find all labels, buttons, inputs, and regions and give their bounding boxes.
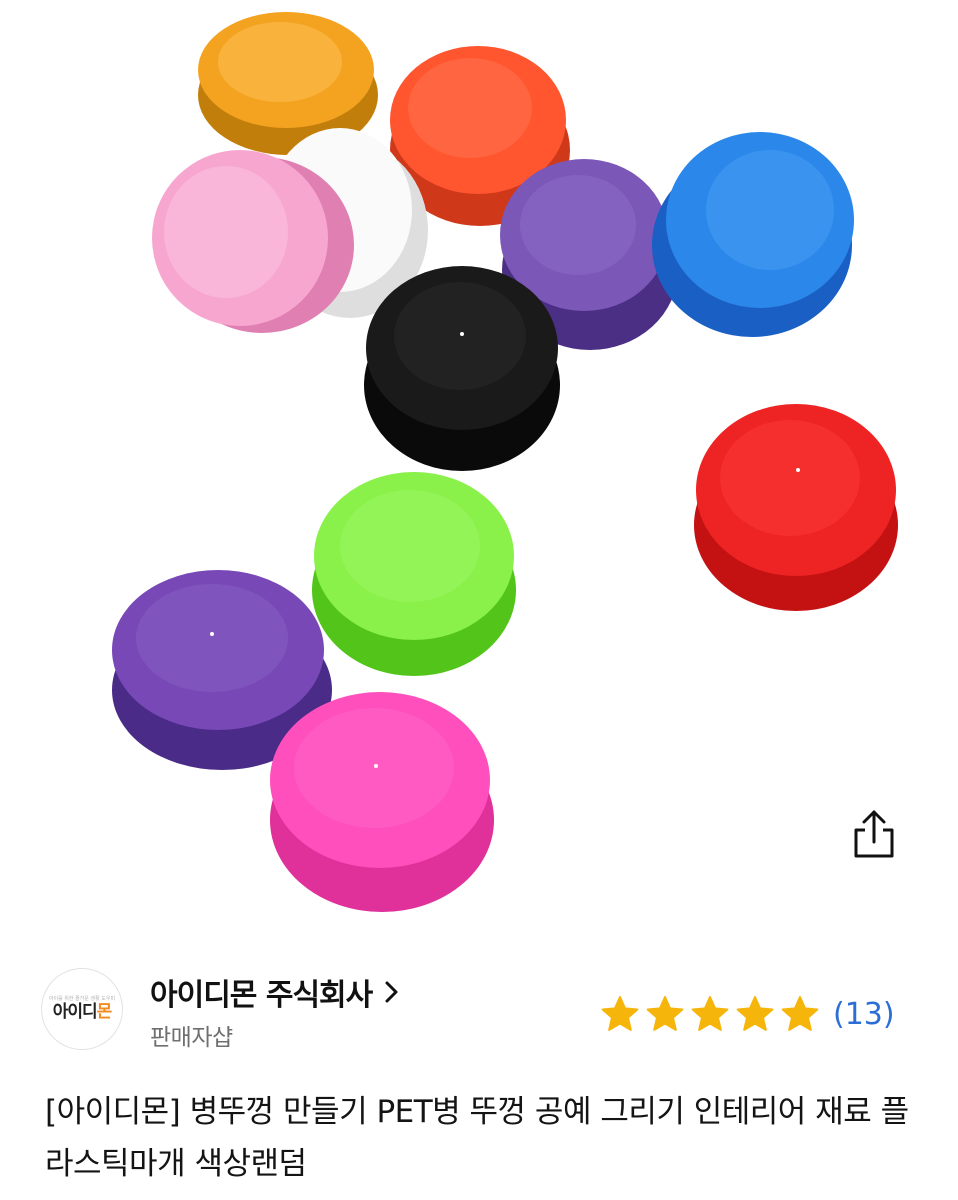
cap-black — [364, 266, 560, 471]
star-icon — [646, 996, 684, 1031]
cap-magenta — [270, 692, 494, 912]
rating[interactable]: (13) — [600, 994, 895, 1034]
share-button[interactable] — [846, 806, 902, 862]
star-icon — [736, 996, 774, 1031]
seller-row: 아이를 위한 즐거운 생활 도우미 아이디몬 아이디몬 주식회사 판매자샵 (1… — [0, 958, 958, 1058]
seller-logo[interactable]: 아이를 위한 즐거운 생활 도우미 아이디몬 — [41, 968, 123, 1050]
star-icon — [781, 996, 819, 1031]
share-icon — [854, 810, 894, 858]
review-count: (13) — [833, 996, 895, 1032]
logo-text: 아이디몬 — [52, 1002, 113, 1022]
rating-stars — [600, 994, 825, 1034]
product-image[interactable] — [0, 0, 958, 950]
seller-shop-label: 판매자샵 — [150, 1025, 233, 1051]
seller-name-link[interactable]: 아이디몬 주식회사 — [150, 970, 400, 1014]
chevron-right-icon — [385, 981, 398, 1003]
cap-blue — [652, 132, 854, 337]
seller-name: 아이디몬 주식회사 — [150, 978, 373, 1013]
star-icon — [601, 996, 639, 1031]
cap-green — [312, 472, 516, 676]
cap-red — [694, 404, 898, 611]
star-icon — [691, 996, 729, 1031]
product-title: [아이디몬] 병뚜껑 만들기 PET병 뚜껑 공예 그리기 인테리어 재료 플라… — [45, 1094, 909, 1182]
